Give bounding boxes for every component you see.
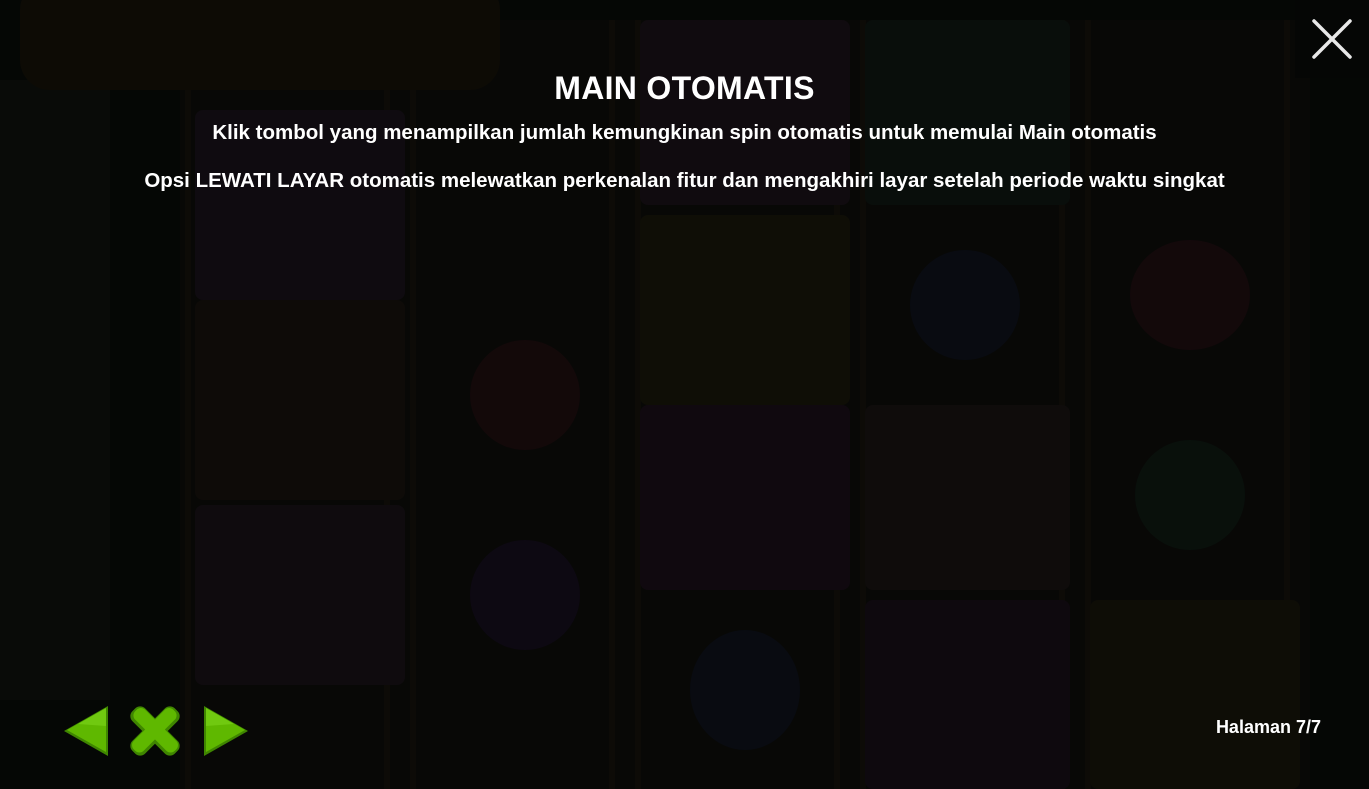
page-indicator: Halaman 7/7: [1215, 717, 1321, 737]
previous-page-button[interactable]: [60, 702, 112, 760]
x-home-icon: [130, 706, 180, 756]
arrow-right-icon: [204, 706, 248, 756]
page-title: MAIN OTOMATIS: [554, 70, 815, 106]
close-info-button[interactable]: [126, 702, 180, 760]
next-page-button[interactable]: [200, 702, 252, 760]
close-icon: [1312, 19, 1352, 59]
info-screen: MAIN OTOMATIS Klik tombol yang menampilk…: [0, 0, 1369, 789]
overlay-dimmer: [0, 0, 1369, 789]
arrow-left-icon: [64, 706, 108, 756]
close-button[interactable]: [1295, 0, 1369, 78]
game-background: [0, 0, 1369, 789]
info-paragraph-2: Opsi LEWATI LAYAR otomatis melewatkan pe…: [144, 169, 1225, 192]
info-paragraph-1: Klik tombol yang menampilkan jumlah kemu…: [212, 121, 1157, 144]
